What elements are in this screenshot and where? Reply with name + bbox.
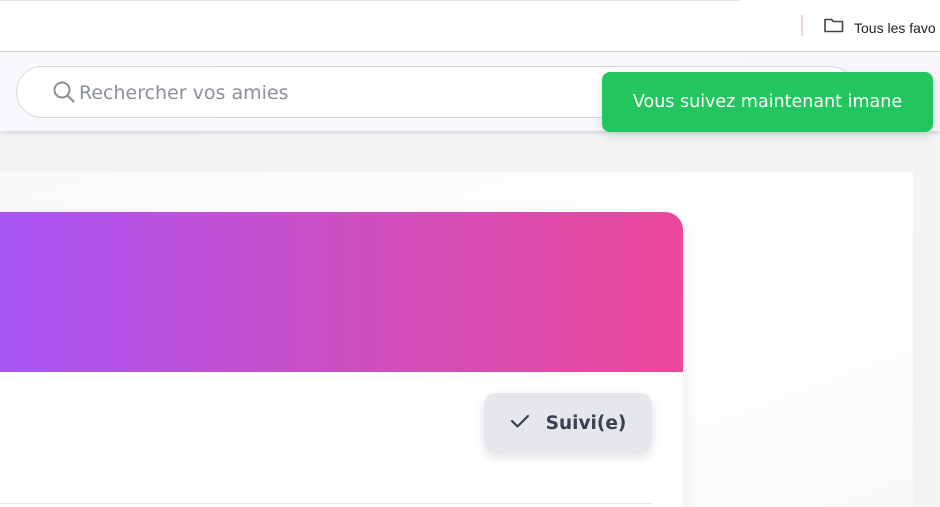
bookmarks-divider <box>801 15 803 36</box>
bookmarks-bar: Tous les favo <box>0 0 940 52</box>
follow-button-label: Suivi(e) <box>545 412 627 434</box>
toast-notification: Vous suivez maintenant imane <box>602 72 933 132</box>
search-icon <box>52 80 76 109</box>
bookmarks-top-line <box>0 0 740 1</box>
folder-icon <box>823 16 845 39</box>
checkmark-icon <box>510 413 530 434</box>
card-divider <box>0 503 653 504</box>
search-input[interactable] <box>77 79 601 107</box>
all-bookmarks-button[interactable]: Tous les favo <box>823 16 936 39</box>
cover-banner <box>0 212 683 372</box>
all-bookmarks-label: Tous les favo <box>854 19 936 36</box>
follow-button[interactable]: Suivi(e) <box>484 393 652 453</box>
toast-message: Vous suivez maintenant imane <box>632 92 903 112</box>
profile-card: Suivi(e) <box>0 212 683 507</box>
